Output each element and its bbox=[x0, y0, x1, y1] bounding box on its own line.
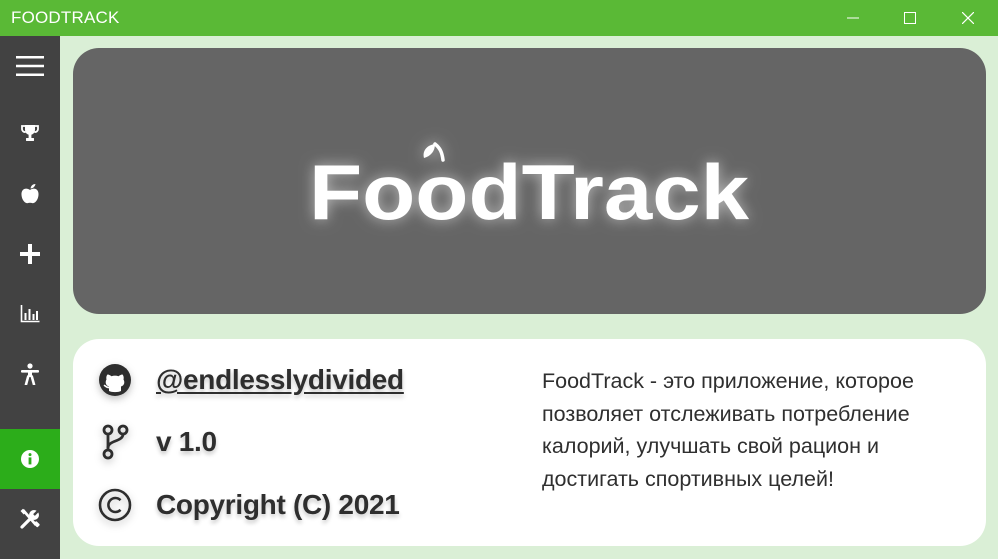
minimize-icon bbox=[847, 17, 859, 19]
sidebar bbox=[0, 36, 60, 559]
minimize-button[interactable] bbox=[830, 0, 876, 36]
hamburger-menu-icon bbox=[16, 56, 44, 76]
github-link[interactable]: @endlesslydivided bbox=[156, 364, 404, 396]
logo-text: FoodTrack bbox=[309, 148, 750, 236]
version-row: v 1.0 bbox=[96, 420, 217, 464]
info-icon bbox=[21, 450, 39, 468]
sidebar-item-statistics[interactable] bbox=[0, 284, 60, 344]
logo-graphic: FoodTrack bbox=[309, 142, 750, 236]
github-row: @endlesslydivided bbox=[96, 358, 404, 402]
sidebar-item-settings[interactable] bbox=[0, 489, 60, 549]
about-card: @endlesslydivided v 1.0 Copyright (C) 20… bbox=[73, 339, 986, 546]
accessibility-icon bbox=[21, 363, 39, 385]
maximize-icon bbox=[904, 12, 916, 24]
bar-chart-icon bbox=[20, 305, 40, 323]
git-branch-icon bbox=[96, 423, 134, 461]
sidebar-menu-button[interactable] bbox=[0, 36, 60, 96]
copyright-icon bbox=[96, 486, 134, 524]
copyright-row: Copyright (C) 2021 bbox=[96, 483, 400, 527]
sidebar-item-add[interactable] bbox=[0, 224, 60, 284]
sidebar-item-food[interactable] bbox=[0, 164, 60, 224]
title-bar: FOODTRACK bbox=[0, 0, 998, 36]
tools-icon bbox=[20, 508, 40, 529]
sidebar-item-activity[interactable] bbox=[0, 344, 60, 404]
github-icon bbox=[96, 361, 134, 399]
sidebar-item-about[interactable] bbox=[0, 429, 60, 489]
window-title: FOODTRACK bbox=[11, 8, 120, 27]
plus-icon bbox=[20, 244, 40, 264]
maximize-button[interactable] bbox=[887, 0, 933, 36]
copyright-label: Copyright (C) 2021 bbox=[156, 489, 400, 520]
close-button[interactable] bbox=[945, 0, 991, 36]
app-description: FoodTrack - это приложение, которое позв… bbox=[542, 369, 914, 491]
close-icon bbox=[962, 12, 974, 24]
sidebar-item-achievements[interactable] bbox=[0, 103, 60, 163]
trophy-icon bbox=[21, 125, 39, 141]
logo-banner: FoodTrack bbox=[73, 48, 986, 314]
apple-icon bbox=[21, 184, 39, 204]
version-label: v 1.0 bbox=[156, 426, 217, 457]
